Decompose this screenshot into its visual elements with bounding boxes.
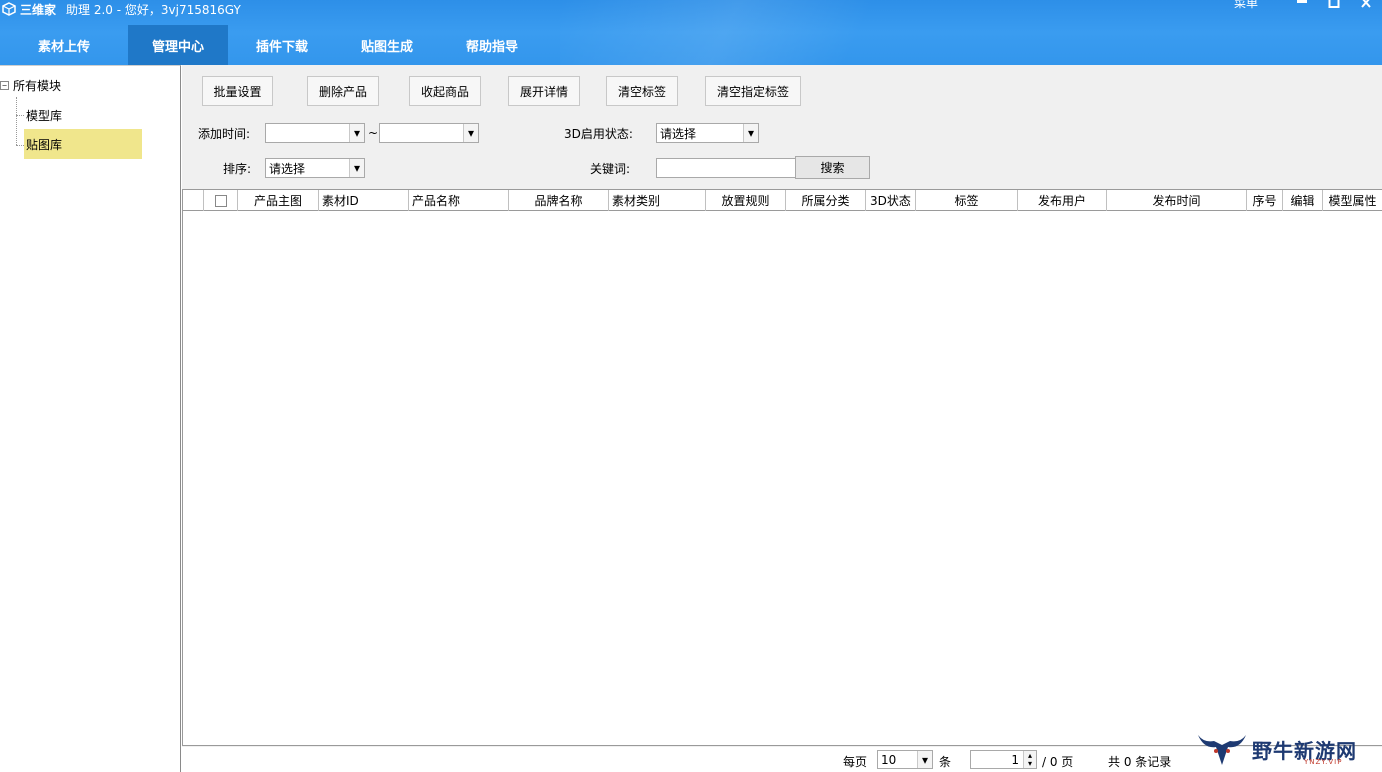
spinner-arrows[interactable]: ▴ ▾: [1023, 751, 1036, 768]
spinner-down-icon[interactable]: ▾: [1028, 759, 1032, 768]
col-sequence[interactable]: 序号: [1247, 190, 1283, 211]
col-publisher[interactable]: 发布用户: [1018, 190, 1107, 211]
col-tags[interactable]: 标签: [916, 190, 1018, 211]
clear-specified-tags-button[interactable]: 清空指定标签: [705, 76, 801, 106]
page-total: / 0 页: [1042, 755, 1074, 769]
row-header-col: [183, 190, 204, 211]
minimize-button[interactable]: [1286, 0, 1318, 12]
title-row: 三维家 助理 2.0 - 您好，3vj715816GY: [0, 0, 241, 18]
per-page-value: 10: [881, 752, 897, 767]
chevron-down-icon: ▾: [349, 159, 364, 177]
select-all-col[interactable]: [204, 190, 238, 211]
per-page-unit: 条: [939, 755, 952, 769]
bull-logo-icon: [1198, 735, 1246, 765]
window-controls: 菜单: [1234, 0, 1382, 10]
maximize-icon: [1328, 0, 1340, 8]
menu-button[interactable]: 菜单: [1234, 0, 1258, 11]
state-3d-label: 3D启用状态:: [564, 126, 633, 141]
date-range-separator: ~: [368, 126, 379, 140]
col-edit[interactable]: 编辑: [1283, 190, 1323, 211]
chevron-down-icon: ▾: [463, 124, 478, 142]
app-logo-icon: [2, 2, 16, 16]
col-brand-name[interactable]: 品牌名称: [509, 190, 609, 211]
tree-root[interactable]: − 所有模块: [0, 76, 61, 94]
search-button[interactable]: 搜索: [795, 156, 870, 179]
col-publish-time[interactable]: 发布时间: [1107, 190, 1247, 211]
tab-management-center[interactable]: 管理中心: [128, 25, 228, 65]
app-name: 三维家: [20, 2, 57, 17]
product-grid: 产品主图 素材ID 产品名称 品牌名称 素材类别 放置规则 所属分类 3D状态 …: [182, 189, 1382, 746]
tree-item-label: 贴图库: [26, 137, 63, 152]
col-product-name[interactable]: 产品名称: [409, 190, 509, 211]
watermark: 野牛新游网 YNZY.VIP: [1196, 726, 1382, 772]
col-material-category[interactable]: 素材类别: [609, 190, 706, 211]
chevron-down-icon: ▾: [743, 124, 758, 142]
select-all-checkbox[interactable]: [214, 194, 227, 207]
col-category[interactable]: 所属分类: [786, 190, 866, 211]
window-subtitle: 助理 2.0 - 您好，3vj715816GY: [66, 2, 241, 17]
tab-texture-generate[interactable]: 贴图生成: [336, 25, 438, 65]
tree-item-label: 模型库: [26, 108, 63, 123]
state-3d-select[interactable]: 请选择 ▾: [656, 123, 759, 143]
maximize-button[interactable]: [1318, 0, 1350, 12]
title-bar: 三维家 助理 2.0 - 您好，3vj715816GY 菜单 素材上传 管理中心…: [0, 0, 1382, 65]
main-panel: 批量设置 删除产品 收起商品 展开详情 清空标签 清空指定标签 添加时间: ▾ …: [182, 65, 1382, 772]
per-page-select[interactable]: 10 ▾: [877, 750, 933, 769]
col-placement-rule[interactable]: 放置规则: [706, 190, 786, 211]
header-decoration: [560, 0, 980, 65]
grid-header: 产品主图 素材ID 产品名称 品牌名称 素材类别 放置规则 所属分类 3D状态 …: [183, 190, 1382, 211]
tree-connector: [16, 145, 24, 146]
per-page-label: 每页: [843, 755, 868, 769]
close-button[interactable]: [1350, 0, 1382, 12]
record-count: 共 0 条记录: [1108, 755, 1172, 769]
keyword-input[interactable]: [656, 158, 796, 178]
delete-product-button[interactable]: 删除产品: [307, 76, 379, 106]
collapse-products-button[interactable]: 收起商品: [409, 76, 481, 106]
clear-tags-button[interactable]: 清空标签: [606, 76, 678, 106]
sort-value: 请选择: [269, 161, 306, 176]
tree-connector: [16, 97, 17, 145]
col-product-image[interactable]: 产品主图: [238, 190, 319, 211]
state-3d-value: 请选择: [660, 126, 697, 141]
tab-material-upload[interactable]: 素材上传: [0, 25, 128, 65]
tree-item-model-library[interactable]: 模型库: [24, 100, 62, 130]
date-to-select[interactable]: ▾: [379, 123, 479, 143]
expand-details-button[interactable]: 展开详情: [508, 76, 580, 106]
watermark-subtext: YNZY.VIP: [1304, 758, 1343, 766]
col-model-attributes[interactable]: 模型属性: [1323, 190, 1382, 211]
page-number-value[interactable]: 1: [971, 753, 1023, 767]
batch-settings-button[interactable]: 批量设置: [202, 76, 273, 106]
date-from-select[interactable]: ▾: [265, 123, 365, 143]
tree-item-texture-library[interactable]: 贴图库: [24, 129, 142, 159]
sort-label: 排序:: [223, 161, 252, 176]
tree-connector: [16, 115, 24, 116]
main-tabs: 素材上传 管理中心 插件下载 贴图生成 帮助指导: [0, 25, 546, 65]
sort-select[interactable]: 请选择 ▾: [265, 158, 365, 178]
col-material-id[interactable]: 素材ID: [319, 190, 409, 211]
chevron-down-icon: ▾: [349, 124, 364, 142]
tab-plugin-download[interactable]: 插件下载: [228, 25, 336, 65]
add-time-label: 添加时间:: [198, 126, 251, 141]
tab-help-guide[interactable]: 帮助指导: [438, 25, 546, 65]
keyword-label: 关键词:: [590, 161, 631, 176]
collapse-icon[interactable]: −: [0, 80, 9, 90]
page-number-spinner[interactable]: 1 ▴ ▾: [970, 750, 1037, 769]
col-3d-status[interactable]: 3D状态: [866, 190, 916, 211]
close-icon: [1361, 0, 1371, 8]
chevron-down-icon: ▾: [917, 751, 932, 768]
minimize-icon: [1297, 0, 1307, 3]
tree-root-label: 所有模块: [13, 78, 62, 93]
module-tree: − 所有模块 模型库 贴图库: [0, 65, 181, 772]
